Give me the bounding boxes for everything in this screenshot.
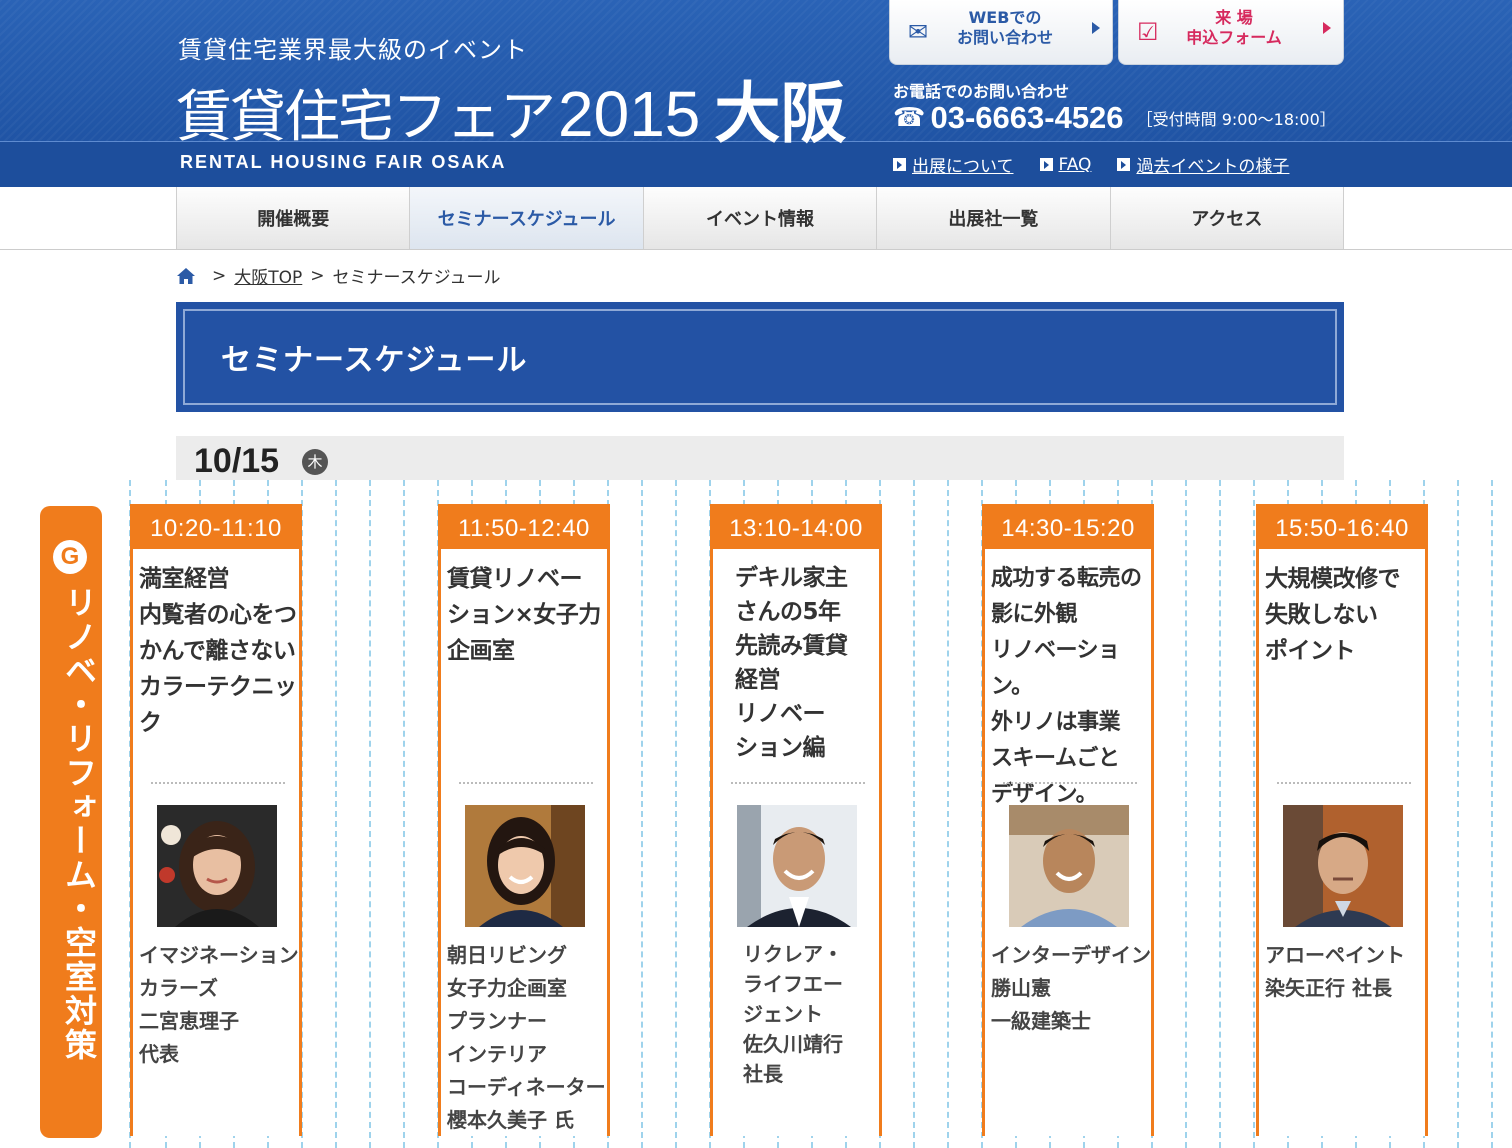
grid-line [369,480,371,1148]
divider [731,782,865,784]
page-title-box: セミナースケジュール [176,302,1344,412]
breadcrumb-osaka-top[interactable]: 大阪TOP [234,263,302,288]
arrow-box-icon [893,158,906,171]
arrow-right-icon [1323,22,1331,34]
speaker-photo [1283,805,1403,927]
link-exhibit-label: 出展について [912,157,1014,177]
tel-hours: ［受付時間 9:00〜18:00］ [1136,110,1336,129]
tab-access[interactable]: アクセス [1109,187,1345,249]
weekday-badge: 木 [302,449,328,475]
grid-line [335,480,337,1148]
seminar-time: 10:20-11:10 [133,507,299,549]
header-links: 出展について FAQ 過去イベントの様子 [893,152,1289,177]
seminar-card[interactable]: 14:30-15:20 成功する転売の 影に外観 リノベーション。 外リノは事業… [982,504,1154,1136]
category-label: G リノベ・リフォーム・空室対策 [40,506,102,1138]
speaker-photo [1009,805,1129,927]
seminar-time: 11:50-12:40 [441,507,607,549]
speaker-info: アローペイント 染矢正行 社長 [1265,943,1405,1000]
breadcrumb-separator: > [212,265,227,286]
link-faq[interactable]: FAQ [1039,152,1092,177]
global-nav: 開催概要 セミナースケジュール イベント情報 出展社一覧 アクセス [0,187,1512,250]
seminar-time: 13:10-14:00 [713,507,879,549]
speaker-info: イマジネーション カラーズ 二宮恵理子 代表 [139,943,299,1066]
grid-line [1219,480,1221,1148]
link-past-events-label: 過去イベントの様子 [1136,157,1290,177]
link-exhibit[interactable]: 出展について [893,152,1014,177]
home-icon[interactable] [176,266,196,286]
seminar-title: デキル家主 さんの5年 先読み賃貸 経営 リノベー ション編 [735,565,848,761]
grid-line [675,480,677,1148]
site-header: 賃貸住宅業界最大級のイベント 賃貸住宅フェア2015 大阪 RENTAL HOUS… [0,0,1512,187]
divider [151,782,285,784]
speaker-photo [157,805,277,927]
arrow-right-icon [1092,22,1100,34]
logo-year: 2015 [558,78,701,150]
seminar-time: 14:30-15:20 [985,507,1151,549]
seminar-title: 成功する転売の 影に外観 リノベーション。 外リノは事業 スキームごと デザイン… [991,566,1142,807]
grid-line [1457,480,1459,1148]
schedule-grid: G リノベ・リフォーム・空室対策 10:20-11:10 満室経営 内覧者の心を… [0,480,1512,1148]
seminar-title: 賃貸リノベー ション×女子力 企画室 [447,566,601,664]
schedule-date: 10/15 [194,442,280,480]
divider [1277,782,1411,784]
seminar-card[interactable]: 10:20-11:10 満室経営 内覧者の心をつ かんで離さない カラーテクニッ… [130,504,302,1136]
web-contact-button[interactable]: ✉ WEBでの お問い合わせ [889,0,1113,65]
visit-form-button[interactable]: ☑ 来 場 申込フォーム [1118,0,1344,65]
seminar-card[interactable]: 13:10-14:00 デキル家主 さんの5年 先読み賃貸 経営 リノベー ショ… [710,504,882,1136]
page-title: セミナースケジュール [221,343,528,378]
tel-number[interactable]: 03-6663-4526 [930,100,1123,135]
speaker-photo [737,805,857,927]
divider [459,782,593,784]
page-title-inner: セミナースケジュール [183,309,1337,405]
mail-icon: ✉ [908,18,929,46]
tel-label: お電話でのお問い合わせ [893,82,1070,101]
grid-line [913,480,915,1148]
visit-form-label: 来 場 申込フォーム [1186,8,1282,47]
tab-overview[interactable]: 開催概要 [176,187,410,249]
speaker-info: インターデザイン 勝山憲 一級建築士 [991,943,1151,1033]
speaker-photo [465,805,585,927]
category-badge: G [53,540,87,574]
nav-tabs: 開催概要 セミナースケジュール イベント情報 出展社一覧 アクセス [176,187,1345,249]
grid-line [403,480,405,1148]
tab-exhibitors[interactable]: 出展社一覧 [876,187,1110,249]
english-title: RENTAL HOUSING FAIR OSAKA [180,152,507,172]
breadcrumb: > 大阪TOP > セミナースケジュール [176,263,501,288]
tab-seminar-schedule[interactable]: セミナースケジュール [409,187,643,249]
arrow-box-icon [1039,158,1053,171]
logo-city: 大阪 [714,75,847,152]
grid-line [641,480,643,1148]
grid-line [947,480,949,1148]
grid-line [1491,480,1493,1148]
seminar-title: 大規模改修で 失敗しない ポイント [1265,566,1401,664]
checkbox-icon: ☑ [1137,18,1159,46]
site-logo[interactable]: 賃貸住宅フェア2015 大阪 [176,60,846,156]
link-past-events[interactable]: 過去イベントの様子 [1117,152,1289,177]
seminar-time: 15:50-16:40 [1259,507,1425,549]
grid-line [1253,480,1255,1148]
speaker-info: リクレア・ ライフエー ジェント 佐久川靖行 社長 [743,942,843,1086]
date-bar: 10/15 木 [176,436,1344,480]
seminar-card[interactable]: 15:50-16:40 大規模改修で 失敗しない ポイント アローペイント 染矢… [1256,504,1428,1136]
breadcrumb-separator: > [310,265,325,286]
breadcrumb-current: セミナースケジュール [332,268,501,288]
grid-line [1185,480,1187,1148]
arrow-box-icon [1117,158,1131,171]
category-title: リノベ・リフォーム・空室対策 [60,586,98,1062]
divider [1003,782,1137,784]
web-contact-label: WEBでの お問い合わせ [956,8,1053,47]
seminar-card[interactable]: 11:50-12:40 賃貸リノベー ション×女子力 企画室 朝日リビング 女子… [438,504,610,1136]
seminar-title: 満室経営 内覧者の心をつ かんで離さない カラーテクニック [139,566,297,736]
tab-event-info[interactable]: イベント情報 [642,187,877,249]
logo-text: 賃貸住宅フェア [176,85,556,150]
phone-icon: ☎ [893,103,926,133]
tel-row: ☎ 03-6663-4526 ［受付時間 9:00〜18:00］ [893,100,1336,136]
speaker-info: 朝日リビング 女子力企画室 プランナー インテリア コーディネーター 櫻本久美子… [447,943,606,1132]
link-faq-label: FAQ [1058,154,1092,175]
